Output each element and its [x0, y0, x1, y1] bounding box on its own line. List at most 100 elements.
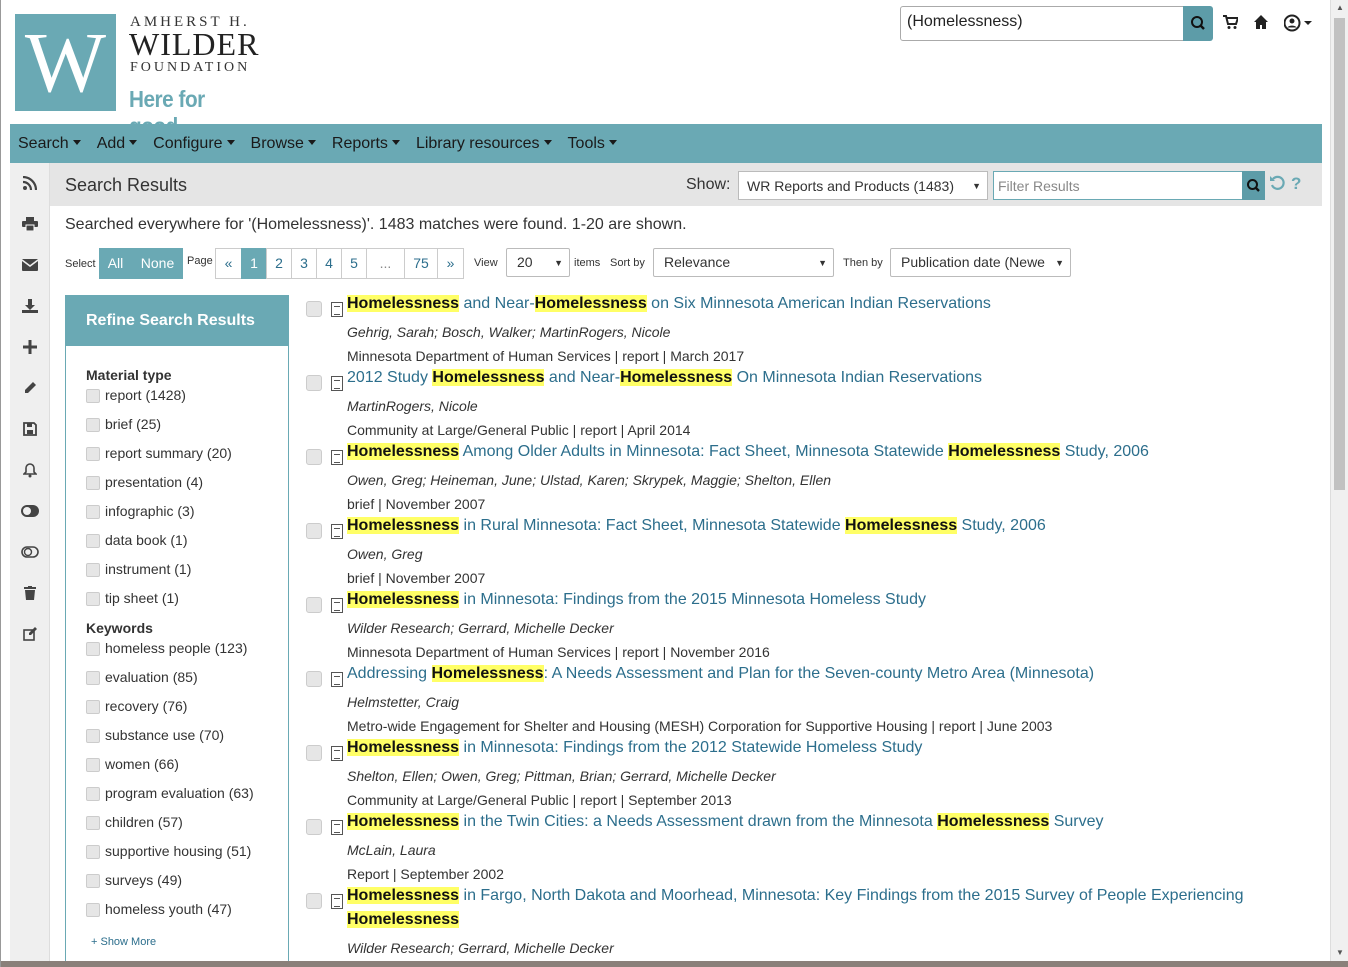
material-type-facet-item[interactable]: brief (25) — [86, 416, 161, 432]
facet-checkbox[interactable] — [86, 671, 100, 685]
result-title-link[interactable]: Homelessness Among Older Adults in Minne… — [347, 440, 1149, 464]
nav-library-resources[interactable]: Library resources — [416, 135, 552, 153]
facet-checkbox[interactable] — [86, 563, 100, 577]
result-checkbox[interactable] — [306, 893, 322, 909]
home-icon[interactable] — [1253, 14, 1269, 34]
facet-checkbox[interactable] — [86, 816, 100, 830]
nav-browse[interactable]: Browse — [251, 135, 316, 153]
rss-icon[interactable] — [10, 163, 50, 203]
filter-search-button[interactable] — [1242, 171, 1265, 200]
result-checkbox[interactable] — [306, 301, 322, 317]
select-none-button[interactable]: None — [132, 248, 183, 279]
page-75[interactable]: 75 — [404, 248, 438, 279]
keyword-facet-item[interactable]: homeless people (123) — [86, 640, 247, 656]
facet-checkbox[interactable] — [86, 389, 100, 403]
vertical-scrollbar[interactable]: ▲ ▼ — [1330, 0, 1348, 967]
result-title-link[interactable]: 2012 Study Homelessness and Near-Homeles… — [347, 366, 982, 390]
facet-checkbox[interactable] — [86, 418, 100, 432]
print-icon[interactable] — [10, 204, 50, 244]
result-title-link[interactable]: Addressing Homelessness: A Needs Assessm… — [347, 662, 1094, 686]
page-1[interactable]: 1 — [241, 248, 267, 279]
keyword-facet-item[interactable]: evaluation (85) — [86, 669, 198, 685]
nav-tools[interactable]: Tools — [568, 135, 617, 153]
sort-by-select[interactable]: Relevance ▼ — [653, 248, 834, 277]
material-type-facet-item[interactable]: report (1428) — [86, 387, 186, 403]
page-prev[interactable]: « — [215, 248, 242, 279]
nav-reports[interactable]: Reports — [332, 135, 400, 153]
result-title-link[interactable]: Homelessness in Rural Minnesota: Fact Sh… — [347, 514, 1046, 538]
result-checkbox[interactable] — [306, 597, 322, 613]
help-icon[interactable]: ? — [1291, 174, 1301, 194]
facet-checkbox[interactable] — [86, 505, 100, 519]
reset-icon[interactable] — [1269, 174, 1287, 197]
wilder-logo[interactable]: W AMHERST H. WILDER FOUNDATION Here for … — [15, 14, 263, 139]
facet-checkbox[interactable] — [86, 447, 100, 461]
keyword-facet-item[interactable]: recovery (76) — [86, 698, 187, 714]
result-title-link[interactable]: Homelessness and Near-Homelessness on Si… — [347, 292, 991, 316]
page-3[interactable]: 3 — [291, 248, 317, 279]
material-type-facet-item[interactable]: report summary (20) — [86, 445, 232, 461]
top-search-button[interactable] — [1183, 6, 1213, 41]
facet-checkbox[interactable] — [86, 758, 100, 772]
keyword-facet-item[interactable]: surveys (49) — [86, 872, 182, 888]
scroll-thumb[interactable] — [1334, 18, 1345, 490]
view-count-select[interactable]: 20 ▼ — [506, 248, 570, 277]
facet-checkbox[interactable] — [86, 903, 100, 917]
bell-icon[interactable] — [10, 450, 50, 490]
filter-results-input[interactable]: Filter Results — [993, 171, 1243, 200]
keyword-facet-item[interactable]: program evaluation (63) — [86, 785, 254, 801]
result-checkbox[interactable] — [306, 523, 322, 539]
facet-checkbox[interactable] — [86, 642, 100, 656]
page-next[interactable]: » — [437, 248, 464, 279]
facet-checkbox[interactable] — [86, 729, 100, 743]
facet-checkbox[interactable] — [86, 845, 100, 859]
result-title-link[interactable]: Homelessness in Minnesota: Findings from… — [347, 736, 922, 760]
user-account-icon[interactable] — [1283, 14, 1316, 36]
facet-checkbox[interactable] — [86, 787, 100, 801]
cart-icon[interactable] — [1222, 14, 1240, 34]
facet-checkbox[interactable] — [86, 700, 100, 714]
material-type-facet-item[interactable]: data book (1) — [86, 532, 188, 548]
keyword-facet-item[interactable]: supportive housing (51) — [86, 843, 251, 859]
download-icon[interactable] — [10, 286, 50, 326]
material-type-facet-item[interactable]: tip sheet (1) — [86, 590, 179, 606]
page-4[interactable]: 4 — [316, 248, 342, 279]
scroll-up-arrow-icon[interactable]: ▲ — [1331, 0, 1348, 16]
plus-icon[interactable] — [10, 327, 50, 367]
show-more-link[interactable]: + Show More — [91, 936, 156, 948]
nav-search[interactable]: Search — [18, 135, 81, 153]
nav-add[interactable]: Add — [97, 135, 137, 153]
select-all-button[interactable]: All — [99, 248, 132, 279]
keyword-facet-item[interactable]: children (57) — [86, 814, 183, 830]
email-icon[interactable] — [10, 245, 50, 285]
result-checkbox[interactable] — [306, 671, 322, 687]
trash-icon[interactable] — [10, 573, 50, 613]
result-checkbox[interactable] — [306, 375, 322, 391]
facet-checkbox[interactable] — [86, 874, 100, 888]
result-title-link[interactable]: Homelessness in Minnesota: Findings from… — [347, 588, 926, 612]
facet-checkbox[interactable] — [86, 534, 100, 548]
nav-configure[interactable]: Configure — [153, 135, 234, 153]
keyword-facet-item[interactable]: women (66) — [86, 756, 179, 772]
top-search-input[interactable]: (Homelessness) — [900, 6, 1184, 41]
material-type-facet-item[interactable]: presentation (4) — [86, 474, 203, 490]
result-title-link-continued[interactable]: Homelessness — [347, 908, 460, 932]
result-title-link[interactable]: Homelessness in Fargo, North Dakota and … — [347, 884, 1244, 908]
keyword-facet-item[interactable]: homeless youth (47) — [86, 901, 232, 917]
edit-note-icon[interactable] — [10, 614, 50, 654]
keyword-facet-item[interactable]: substance use (70) — [86, 727, 224, 743]
then-by-select[interactable]: Publication date (Newe ▼ — [890, 248, 1071, 277]
material-type-facet-item[interactable]: infographic (3) — [86, 503, 195, 519]
facet-checkbox[interactable] — [86, 476, 100, 490]
toggle-on-icon[interactable] — [10, 491, 50, 531]
save-icon[interactable] — [10, 409, 50, 449]
scroll-down-arrow-icon[interactable]: ▼ — [1331, 945, 1348, 961]
material-type-facet-item[interactable]: instrument (1) — [86, 561, 191, 577]
toggle-off-icon[interactable] — [10, 532, 50, 572]
result-checkbox[interactable] — [306, 819, 322, 835]
pencil-icon[interactable] — [10, 368, 50, 408]
page-2[interactable]: 2 — [266, 248, 292, 279]
facet-checkbox[interactable] — [86, 592, 100, 606]
result-checkbox[interactable] — [306, 745, 322, 761]
result-title-link[interactable]: Homelessness in the Twin Cities: a Needs… — [347, 810, 1104, 834]
